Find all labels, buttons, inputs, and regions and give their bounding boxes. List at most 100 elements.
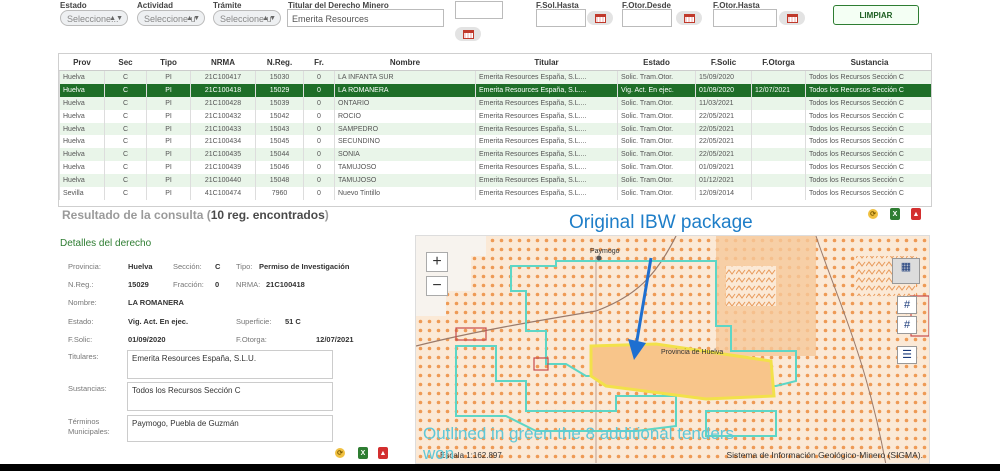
tramite-select[interactable]: Seleccione u ▲▼ — [213, 10, 281, 26]
table-cell: C — [104, 83, 147, 97]
superficie-label: Superficie: — [236, 317, 272, 326]
fotorga-label: F.Otorga: — [236, 335, 267, 344]
titular-input[interactable]: Emerita Resources — [287, 9, 444, 27]
table-cell: Sevilla — [59, 187, 105, 200]
fsol-hasta-input[interactable] — [536, 9, 586, 27]
col-header-fr[interactable]: Fr. — [303, 54, 335, 71]
fotor-hasta-calendar-button[interactable] — [779, 11, 805, 25]
table-cell: 15045 — [255, 135, 304, 149]
table-row[interactable]: Huelva C PI 21C100432 15042 0 ROCIO Emerita Res… — [59, 109, 931, 123]
fotor-hasta-input[interactable] — [713, 9, 777, 27]
fotorga-value: 12/07/2021 — [316, 335, 354, 344]
table-row[interactable]: Huelva C PI 21C100433 15043 0 SAMPEDRO Emerita … — [59, 122, 931, 136]
fsol-calendar-button[interactable] — [587, 11, 613, 25]
table-row[interactable]: Huelva C PI 21C100440 15048 0 TAMUJOSO Emerita … — [59, 174, 931, 188]
zoom-in-button[interactable]: + — [426, 252, 448, 272]
table-cell: Solic. Tram.Otor. — [617, 174, 696, 188]
layers-icon[interactable]: ▦ — [892, 258, 920, 284]
refresh-icon[interactable]: ⟳ — [868, 209, 878, 219]
col-header-tipo[interactable]: Tipo — [146, 54, 191, 71]
result-count: 10 reg. encontrados — [210, 208, 325, 222]
extra-input[interactable] — [455, 1, 503, 19]
fsolic-value: 01/09/2020 — [128, 335, 166, 344]
nrma-label: NRMA: — [236, 280, 261, 289]
table-cell: Huelva — [59, 174, 105, 188]
estado-select[interactable]: Seleccione... ▲▼ — [60, 10, 128, 26]
col-header-estado[interactable]: Estado — [617, 54, 696, 71]
table-row[interactable]: Sevilla C PI 41C100474 7960 0 Nuevo Tintillo Em… — [59, 187, 931, 200]
pdf-icon[interactable]: ▲ — [911, 208, 921, 220]
chevron-icon: ▲▼ — [262, 15, 276, 22]
table-cell: C — [104, 148, 147, 162]
table-cell: 0 — [303, 135, 335, 149]
table-cell: 15043 — [255, 122, 304, 136]
calendar-button[interactable] — [455, 27, 481, 41]
table-cell: 15029 — [255, 83, 304, 97]
zoom-out-button[interactable]: − — [426, 276, 448, 296]
results-table: Prov Sec Tipo NRMA N.Reg. Fr. Nombre Tit… — [58, 53, 932, 207]
table-cell: PI — [146, 83, 191, 97]
table-cell — [751, 187, 806, 200]
refresh-icon[interactable]: ⟳ — [335, 448, 345, 458]
table-row[interactable]: Huelva C PI 21C100434 15045 0 SECUNDINO Emerita… — [59, 135, 931, 149]
table-cell: Todos los Recursos Sección C — [805, 174, 931, 188]
fotor-desde-calendar-button[interactable] — [676, 11, 702, 25]
actividad-select[interactable]: Seleccione u ▲▼ — [137, 10, 205, 26]
col-header-nombre[interactable]: Nombre — [334, 54, 476, 71]
table-cell: TAMUJOSO — [334, 174, 476, 188]
table-cell: 21C100432 — [190, 109, 256, 123]
table-cell: Emerita Resources España, S.L.... — [475, 135, 618, 149]
col-header-sec[interactable]: Sec — [104, 54, 147, 71]
grid-icon[interactable]: # — [897, 296, 917, 314]
table-cell: Emerita Resources España, S.L.... — [475, 122, 618, 136]
legend-icon[interactable]: ☰ — [897, 346, 917, 364]
table-cell: C — [104, 96, 147, 110]
grid-icon[interactable]: # — [897, 316, 917, 334]
table-cell: Todos los Recursos Sección C — [805, 135, 931, 149]
col-header-nreg[interactable]: N.Reg. — [255, 54, 304, 71]
col-header-sustancia[interactable]: Sustancia — [805, 54, 931, 71]
table-cell: Emerita Resources España, S.L.... — [475, 109, 618, 123]
table-cell: Solic. Tram.Otor. — [617, 70, 696, 84]
fotor-desde-input[interactable] — [622, 9, 672, 27]
calendar-icon — [786, 13, 798, 23]
table-cell: Todos los Recursos Sección C — [805, 161, 931, 175]
table-cell: 21C100440 — [190, 174, 256, 188]
col-header-fsolic[interactable]: F.Solic — [695, 54, 752, 71]
titulares-box: Emerita Resources España, S.L.U. — [127, 350, 333, 379]
table-cell: C — [104, 174, 147, 188]
table-cell: PI — [146, 174, 191, 188]
table-cell — [751, 174, 806, 188]
annotation-additional-tenders: Outlined in green the 8 additional tende… — [423, 424, 734, 463]
provincia-value: Huelva — [128, 262, 153, 271]
table-cell: 21C100418 — [190, 83, 256, 97]
table-row[interactable]: Huelva C PI 21C100418 15029 0 LA ROMANERA Emeri… — [59, 83, 931, 97]
table-cell — [751, 148, 806, 162]
excel-icon[interactable]: X — [358, 447, 368, 459]
col-header-prov[interactable]: Prov — [59, 54, 105, 71]
table-row[interactable]: Huelva C PI 21C100435 15044 0 SONIA Emerita Res… — [59, 148, 931, 162]
table-row[interactable]: Huelva C PI 21C100417 15030 0 LA INFANTA SUR Em… — [59, 70, 931, 84]
table-cell: Todos los Recursos Sección C — [805, 83, 931, 97]
table-cell: Huelva — [59, 122, 105, 136]
col-header-nrma[interactable]: NRMA — [190, 54, 256, 71]
nrma-value: 21C100418 — [266, 280, 305, 289]
table-cell: 0 — [303, 122, 335, 136]
table-cell: PI — [146, 96, 191, 110]
sustancias-label: Sustancias: — [68, 384, 107, 393]
tipo-value: Permiso de Investigación — [259, 262, 350, 271]
nreg-label: N.Reg.: — [68, 280, 94, 289]
table-cell: C — [104, 187, 147, 200]
table-cell: 15046 — [255, 161, 304, 175]
table-row[interactable]: Huelva C PI 21C100428 15039 0 ONTARIO Emerita R… — [59, 96, 931, 110]
limpiar-button[interactable]: LIMPIAR — [833, 5, 919, 25]
excel-icon[interactable]: X — [890, 208, 900, 220]
pdf-icon[interactable]: ▲ — [378, 447, 388, 459]
table-cell: 21C100435 — [190, 148, 256, 162]
tramite-label: Trámite — [213, 1, 242, 10]
col-header-fotorga[interactable]: F.Otorga — [751, 54, 806, 71]
table-cell: Vig. Act. En ejec. — [617, 83, 696, 97]
col-header-titular[interactable]: Titular — [475, 54, 618, 71]
table-row[interactable]: Huelva C PI 21C100439 15046 0 TAMUJOSO Emerita … — [59, 161, 931, 175]
table-cell: 01/09/2020 — [695, 83, 752, 97]
